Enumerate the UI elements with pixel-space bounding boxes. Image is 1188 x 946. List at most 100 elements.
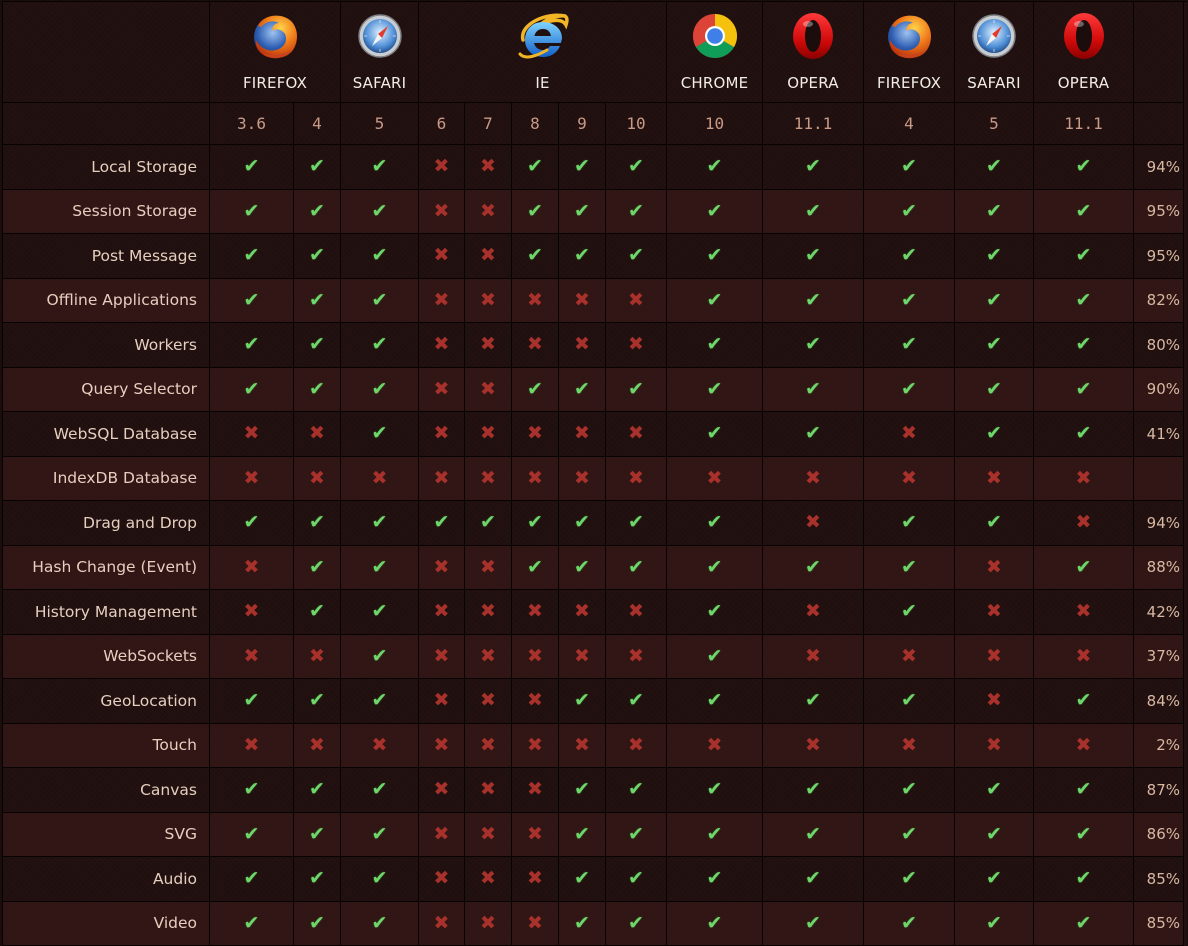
support-cell: ✔ [210, 857, 294, 902]
version-percent-corner [1134, 103, 1184, 145]
check-icon: ✔ [805, 246, 821, 265]
support-cell: ✔ [1034, 768, 1134, 813]
feature-label: Hash Change (Event) [3, 546, 210, 591]
support-cell: ✔ [955, 768, 1034, 813]
support-cell: ✖ [512, 590, 559, 635]
support-cell: ✔ [864, 234, 955, 279]
support-cell: ✔ [512, 368, 559, 413]
firefox-icon [883, 10, 935, 62]
check-icon: ✔ [574, 914, 590, 933]
support-cell: ✔ [864, 679, 955, 724]
usage-percent: 87% [1134, 768, 1184, 813]
version-cell: 10 [667, 103, 763, 145]
support-cell: ✖ [419, 190, 465, 235]
browser-support-table: FIREFOX SAFARI [2, 1, 1187, 946]
support-cell: ✖ [512, 457, 559, 502]
cross-icon: ✖ [901, 469, 917, 488]
cross-icon: ✖ [628, 736, 644, 755]
support-cell: ✖ [1034, 501, 1134, 546]
cross-icon: ✖ [574, 736, 590, 755]
support-cell: ✖ [465, 857, 512, 902]
support-cell: ✖ [955, 679, 1034, 724]
support-cell: ✔ [294, 501, 341, 546]
support-cell: ✔ [606, 145, 667, 190]
cross-icon: ✖ [434, 291, 450, 310]
support-cell: ✔ [294, 145, 341, 190]
check-icon: ✔ [805, 157, 821, 176]
cross-icon: ✖ [480, 780, 496, 799]
check-icon: ✔ [707, 157, 723, 176]
cross-icon: ✖ [527, 602, 543, 621]
support-cell: ✖ [864, 457, 955, 502]
check-icon: ✔ [707, 558, 723, 577]
cross-icon: ✖ [309, 647, 325, 666]
check-icon: ✔ [309, 602, 325, 621]
version-cell: 5 [341, 103, 419, 145]
opera-icon [787, 10, 839, 62]
check-icon: ✔ [372, 291, 388, 310]
header-percent-corner [1134, 2, 1184, 103]
support-cell: ✔ [763, 679, 864, 724]
support-cell: ✖ [864, 635, 955, 680]
support-cell: ✖ [419, 546, 465, 591]
check-icon: ✔ [1076, 380, 1092, 399]
support-cell: ✖ [419, 279, 465, 324]
usage-percent: 42% [1134, 590, 1184, 635]
support-cell: ✔ [341, 590, 419, 635]
support-cell: ✔ [763, 190, 864, 235]
version-cell: 4 [294, 103, 341, 145]
check-icon: ✔ [901, 291, 917, 310]
cross-icon: ✖ [628, 602, 644, 621]
support-cell: ✖ [419, 768, 465, 813]
check-icon: ✔ [707, 825, 723, 844]
cross-icon: ✖ [244, 558, 260, 577]
support-cell: ✖ [512, 724, 559, 769]
feature-label: SVG [3, 813, 210, 858]
check-icon: ✔ [309, 825, 325, 844]
support-cell: ✖ [512, 813, 559, 858]
cross-icon: ✖ [527, 469, 543, 488]
check-icon: ✔ [1076, 291, 1092, 310]
check-icon: ✔ [574, 825, 590, 844]
check-icon: ✔ [805, 558, 821, 577]
feature-label: Drag and Drop [3, 501, 210, 546]
support-cell: ✔ [559, 813, 606, 858]
support-cell: ✔ [294, 768, 341, 813]
support-cell: ✔ [1034, 902, 1134, 946]
support-cell: ✖ [512, 679, 559, 724]
cross-icon: ✖ [574, 291, 590, 310]
support-cell: ✔ [1034, 857, 1134, 902]
support-cell: ✔ [667, 857, 763, 902]
cross-icon: ✖ [480, 157, 496, 176]
check-icon: ✔ [628, 380, 644, 399]
support-cell: ✔ [667, 501, 763, 546]
support-cell: ✔ [606, 768, 667, 813]
usage-percent: 86% [1134, 813, 1184, 858]
support-cell: ✖ [419, 412, 465, 457]
check-icon: ✔ [901, 335, 917, 354]
cross-icon: ✖ [901, 424, 917, 443]
support-cell: ✔ [559, 546, 606, 591]
feature-label: History Management [3, 590, 210, 635]
support-cell: ✖ [419, 234, 465, 279]
check-icon: ✔ [309, 691, 325, 710]
browser-header: SAFARI [955, 2, 1034, 103]
check-icon: ✔ [527, 380, 543, 399]
support-cell: ✖ [606, 323, 667, 368]
support-cell: ✔ [210, 368, 294, 413]
feature-label: Query Selector [3, 368, 210, 413]
check-icon: ✔ [707, 335, 723, 354]
check-icon: ✔ [372, 602, 388, 621]
support-cell: ✖ [465, 279, 512, 324]
support-cell: ✔ [667, 813, 763, 858]
version-cell: 8 [512, 103, 559, 145]
cross-icon: ✖ [986, 602, 1002, 621]
support-cell: ✔ [955, 857, 1034, 902]
support-cell: ✔ [606, 190, 667, 235]
check-icon: ✔ [901, 558, 917, 577]
cross-icon: ✖ [480, 647, 496, 666]
support-cell: ✔ [1034, 813, 1134, 858]
browser-header: SAFARI [341, 2, 419, 103]
cross-icon: ✖ [901, 647, 917, 666]
cross-icon: ✖ [372, 469, 388, 488]
